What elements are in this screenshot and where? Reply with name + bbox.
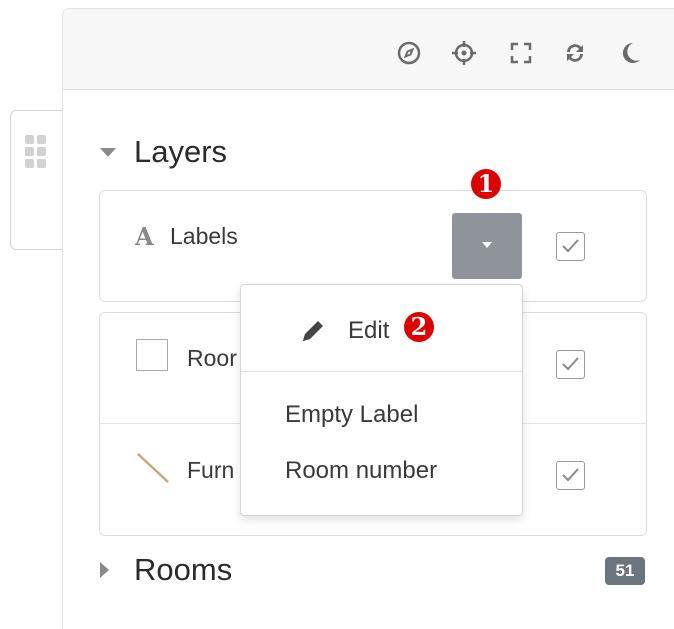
caret-down-icon [100, 147, 116, 157]
menu-item-edit[interactable]: Edit [348, 317, 389, 345]
layer-label: Furn [187, 457, 235, 483]
menu-divider [241, 371, 522, 372]
compass-icon[interactable] [396, 40, 422, 66]
layer-label: Labels [170, 223, 238, 249]
layer-dropdown-toggle[interactable] [452, 213, 522, 279]
refresh-icon[interactable] [562, 40, 588, 66]
layer-visibility-checkbox[interactable] [556, 350, 585, 379]
layer-options-menu: Edit Empty Label Room number [240, 284, 523, 516]
rooms-count-badge: 51 [605, 557, 645, 585]
rooms-header[interactable]: Rooms [100, 552, 232, 588]
caret-right-icon [100, 562, 109, 578]
crosshair-icon[interactable] [451, 40, 477, 66]
pencil-icon [303, 321, 323, 341]
layers-header[interactable]: Layers [100, 134, 227, 170]
drag-handle-icon[interactable] [25, 135, 55, 175]
line-icon [137, 453, 169, 483]
annotation-marker-1: 1 [471, 169, 501, 199]
square-icon [136, 339, 168, 371]
annotation-marker-2: 2 [404, 312, 434, 342]
fullscreen-icon[interactable] [508, 40, 534, 66]
layer-visibility-checkbox[interactable] [556, 232, 585, 261]
layer-label: Roor [187, 345, 237, 371]
moon-icon[interactable] [617, 40, 643, 66]
layers-title: Layers [134, 134, 228, 169]
rooms-title: Rooms [134, 552, 233, 587]
menu-item-room-number[interactable]: Room number [285, 457, 437, 485]
layer-visibility-checkbox[interactable] [556, 461, 585, 490]
text-icon: A [135, 222, 154, 251]
menu-item-empty-label[interactable]: Empty Label [285, 401, 418, 429]
